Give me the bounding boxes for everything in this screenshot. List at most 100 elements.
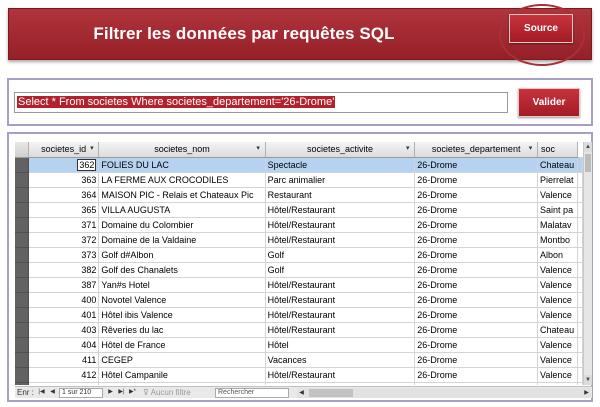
- row-selector[interactable]: [15, 322, 29, 338]
- table-cell[interactable]: Hôtel/Restaurant: [265, 277, 416, 293]
- table-cell[interactable]: Albon: [537, 247, 578, 263]
- table-cell[interactable]: Domaine de la Valdaine: [98, 232, 266, 248]
- table-cell[interactable]: 26-Drome: [414, 337, 539, 353]
- valider-button[interactable]: Valider: [518, 88, 580, 117]
- table-cell[interactable]: MAISON PIC - Relais et Chateaux Pic: [98, 187, 266, 203]
- row-selector[interactable]: [15, 367, 29, 383]
- table-cell[interactable]: Hôtel/Restaurant: [265, 367, 416, 383]
- first-record-icon[interactable]: |◀: [37, 388, 46, 397]
- scroll-right-icon[interactable]: ▶: [582, 388, 591, 398]
- last-record-icon[interactable]: ▶|: [117, 388, 126, 397]
- row-selector[interactable]: [15, 187, 29, 203]
- dropdown-arrow-icon[interactable]: ▾: [87, 144, 96, 154]
- table-row[interactable]: 411 CEGEP Vacances 26-Drome Valence: [15, 352, 583, 368]
- table-cell[interactable]: Valence: [537, 187, 578, 203]
- table-cell[interactable]: Yan#s Hotel: [98, 277, 266, 293]
- table-cell[interactable]: LA FERME AUX CROCODILES: [98, 172, 266, 188]
- table-cell[interactable]: 26-Drome: [414, 262, 539, 278]
- row-selector[interactable]: [15, 202, 29, 218]
- column-header[interactable]: societes_id ▾: [28, 142, 100, 158]
- table-cell[interactable]: 26-Drome: [414, 247, 539, 263]
- table-cell[interactable]: Spectacle: [265, 157, 416, 173]
- row-selector[interactable]: [15, 157, 29, 173]
- table-cell[interactable]: Mercure Valence Sud: [98, 382, 266, 385]
- table-cell[interactable]: Valence: [537, 262, 578, 278]
- table-cell[interactable]: 401: [28, 307, 100, 323]
- table-cell[interactable]: 26-Drome: [414, 382, 539, 385]
- table-cell[interactable]: Hôtel/Restaurant: [265, 232, 416, 248]
- table-cell[interactable]: Parc animalier: [265, 172, 416, 188]
- table-row[interactable]: 362 FOLIES DU LAC Spectacle 26-Drome Chateau: [15, 157, 583, 173]
- table-cell[interactable]: 26-Drome: [414, 322, 539, 338]
- table-cell[interactable]: CEGEP: [98, 352, 266, 368]
- table-cell[interactable]: Saint pa: [537, 202, 578, 218]
- table-cell[interactable]: 413: [28, 382, 100, 385]
- horizontal-scroll-thumb[interactable]: [309, 389, 353, 397]
- table-cell[interactable]: 382: [28, 262, 100, 278]
- source-button[interactable]: Source: [509, 14, 573, 43]
- table-cell[interactable]: 411: [28, 352, 100, 368]
- next-record-icon[interactable]: ▶: [106, 388, 115, 397]
- table-cell[interactable]: Chateau: [537, 322, 578, 338]
- table-cell[interactable]: Hôtel: [265, 337, 416, 353]
- scroll-thumb[interactable]: [585, 154, 591, 172]
- scroll-down-icon[interactable]: ▼: [584, 375, 592, 385]
- table-cell[interactable]: 26-Drome: [414, 202, 539, 218]
- row-selector[interactable]: [15, 232, 29, 248]
- table-cell[interactable]: Hôtel/Restaurant: [265, 307, 416, 323]
- row-selector[interactable]: [15, 352, 29, 368]
- table-cell[interactable]: 403: [28, 322, 100, 338]
- scroll-up-icon[interactable]: ▲: [584, 142, 592, 152]
- table-cell[interactable]: 26-Drome: [414, 367, 539, 383]
- table-cell[interactable]: Hôtel/Restaurant: [265, 292, 416, 308]
- table-cell[interactable]: 26-Drome: [414, 157, 539, 173]
- table-cell[interactable]: 26-Drome: [414, 217, 539, 233]
- table-row[interactable]: 403 Rêveries du lac Hôtel/Restaurant 26-Dro…: [15, 322, 583, 338]
- table-cell[interactable]: Golf: [265, 247, 416, 263]
- table-cell[interactable]: 364: [28, 187, 100, 203]
- table-row[interactable]: 401 Hôtel ibis Valence Hôtel/Restaurant 26-…: [15, 307, 583, 323]
- table-row[interactable]: 364 MAISON PIC - Relais et Chateaux Pic Re…: [15, 187, 583, 203]
- table-cell[interactable]: Valence: [537, 337, 578, 353]
- table-cell[interactable]: Golf d#Albon: [98, 247, 266, 263]
- table-cell[interactable]: 26-Drome: [414, 292, 539, 308]
- record-position[interactable]: 1 sur 210: [59, 388, 103, 398]
- table-cell[interactable]: Valence: [537, 277, 578, 293]
- table-cell[interactable]: Chateau: [537, 157, 578, 173]
- table-cell[interactable]: Novotel Valence: [98, 292, 266, 308]
- scroll-left-icon[interactable]: ◀: [297, 388, 306, 398]
- table-cell[interactable]: 363: [28, 172, 100, 188]
- table-row[interactable]: 365 VILLA AUGUSTA Hôtel/Restaurant 26-Drome…: [15, 202, 583, 218]
- table-row[interactable]: 372 Domaine de la Valdaine Hôtel/Restauran…: [15, 232, 583, 248]
- table-cell[interactable]: 400: [28, 292, 100, 308]
- table-cell[interactable]: 404: [28, 337, 100, 353]
- table-row[interactable]: 404 Hôtel de France Hôtel 26-Drome Valence: [15, 337, 583, 353]
- row-selector[interactable]: [15, 292, 29, 308]
- previous-record-icon[interactable]: ◀: [48, 388, 57, 397]
- table-cell[interactable]: Restaurant: [265, 187, 416, 203]
- table-cell[interactable]: Pierrelat: [537, 172, 578, 188]
- table-cell[interactable]: Valence: [537, 352, 578, 368]
- vertical-scrollbar[interactable]: ▲ ▼: [583, 142, 592, 385]
- column-header[interactable]: societes_nom ▾: [98, 142, 266, 158]
- select-all-cell[interactable]: [15, 142, 29, 158]
- row-selector[interactable]: [15, 277, 29, 293]
- row-selector[interactable]: [15, 337, 29, 353]
- table-cell[interactable]: 26-Drome: [414, 277, 539, 293]
- table-cell[interactable]: 26-Drome: [414, 307, 539, 323]
- table-cell[interactable]: 26-Drome: [414, 232, 539, 248]
- table-row[interactable]: 371 Domaine du Colombier Hôtel/Restaurant 2…: [15, 217, 583, 233]
- table-row[interactable]: 382 Golf des Chanalets Golf 26-Drome Valence: [15, 262, 583, 278]
- dropdown-arrow-icon[interactable]: ▾: [254, 144, 263, 154]
- table-cell[interactable]: Hôtel/Restaurant: [265, 202, 416, 218]
- table-cell[interactable]: 26-Drome: [414, 352, 539, 368]
- dropdown-arrow-icon[interactable]: ▾: [526, 144, 535, 154]
- row-selector[interactable]: [15, 247, 29, 263]
- table-row[interactable]: 413Mercure Valence SudHôtel/Restaurant26…: [15, 382, 583, 385]
- table-row[interactable]: 412 Hôtel Campanile Hôtel/Restaurant 26-Dro…: [15, 367, 583, 383]
- table-cell[interactable]: 26-Drome: [414, 172, 539, 188]
- table-cell[interactable]: Valence: [537, 292, 578, 308]
- table-cell[interactable]: Rêveries du lac: [98, 322, 266, 338]
- table-row[interactable]: 363 LA FERME AUX CROCODILES Parc animalier…: [15, 172, 583, 188]
- table-cell[interactable]: 387: [28, 277, 100, 293]
